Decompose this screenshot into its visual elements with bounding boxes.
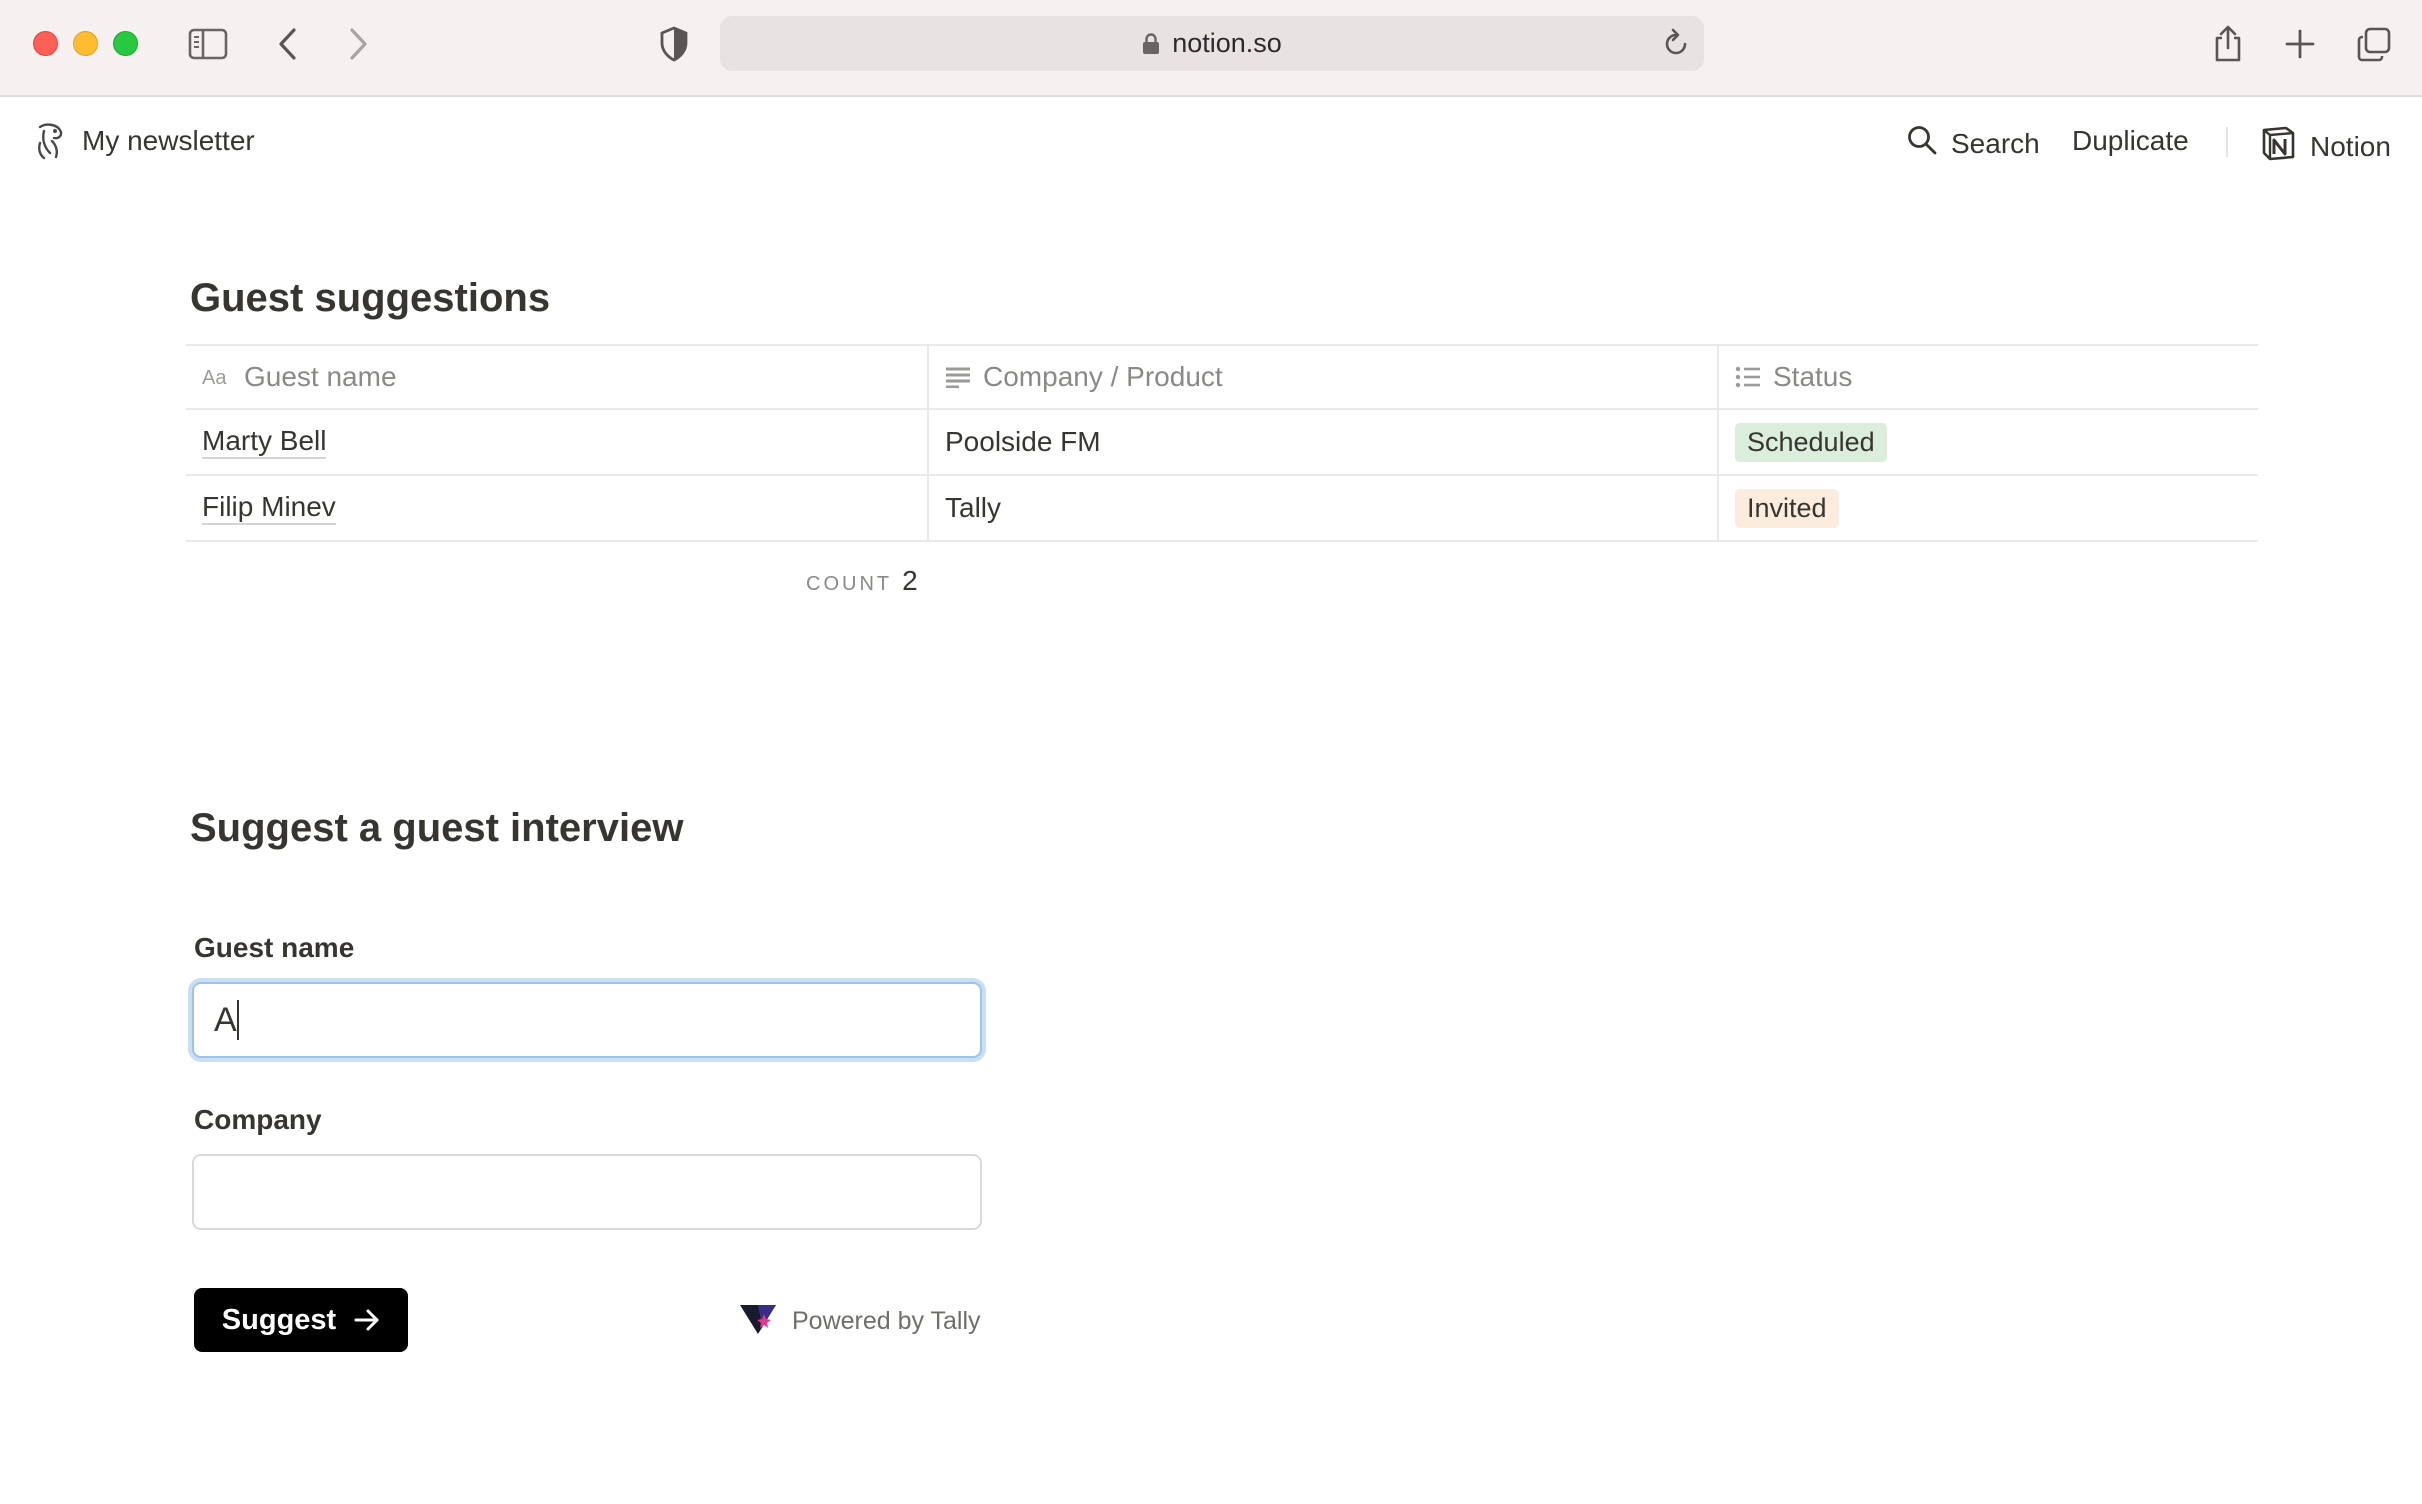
form-title: Suggest a guest interview <box>190 806 684 850</box>
company-cell[interactable]: Tally <box>929 476 1719 540</box>
list-icon <box>1735 366 1761 388</box>
column-label: Company / Product <box>983 361 1223 392</box>
page-title[interactable]: My newsletter <box>82 125 255 157</box>
duplicate-button[interactable]: Duplicate <box>2072 125 2189 157</box>
status-cell[interactable]: Invited <box>1719 476 2258 540</box>
arrow-right-icon <box>354 1308 380 1332</box>
address-bar[interactable]: notion.so <box>720 16 1704 71</box>
notion-home-button[interactable]: Notion <box>2260 125 2391 168</box>
notion-logo-icon <box>2260 125 2296 168</box>
suggest-button-label: Suggest <box>221 1303 337 1336</box>
table-header-row: Aa Guest name Company / Product Status <box>186 344 2258 410</box>
count-value: 2 <box>902 565 918 596</box>
search-icon <box>1907 125 1937 162</box>
guest-name-input[interactable] <box>192 982 982 1058</box>
column-label: Status <box>1773 361 1853 392</box>
tally-logo-icon <box>738 1302 778 1341</box>
company-input[interactable] <box>192 1154 982 1230</box>
company-label: Company <box>194 1104 322 1135</box>
table-row[interactable]: Filip Minev Tally Invited <box>186 476 2258 542</box>
close-window-button[interactable] <box>33 31 58 56</box>
company-cell[interactable]: Poolside FM <box>929 410 1719 474</box>
share-icon[interactable] <box>2206 22 2250 66</box>
privacy-shield-icon[interactable] <box>652 22 696 66</box>
forward-icon[interactable] <box>336 22 380 66</box>
sidebar-toggle-icon[interactable] <box>186 22 230 66</box>
text-lines-icon <box>945 366 971 388</box>
column-header-guest-name[interactable]: Aa Guest name <box>186 346 929 408</box>
text-caret <box>237 1000 239 1040</box>
powered-by-label: Powered by Tally <box>792 1307 981 1335</box>
guest-name-cell[interactable]: Marty Bell <box>186 410 929 474</box>
lock-icon <box>1142 32 1160 55</box>
table-row[interactable]: Marty Bell Poolside FM Scheduled <box>186 410 2258 476</box>
count-label: COUNT <box>806 573 893 595</box>
guest-name-link[interactable]: Marty Bell <box>202 425 327 460</box>
text-property-icon: Aa <box>202 366 232 388</box>
column-header-status[interactable]: Status <box>1719 346 2258 408</box>
reload-icon[interactable] <box>1662 28 1690 63</box>
column-header-company[interactable]: Company / Product <box>929 346 1719 408</box>
topbar-divider <box>2226 127 2228 157</box>
new-tab-icon[interactable] <box>2278 22 2322 66</box>
minimize-window-button[interactable] <box>73 31 98 56</box>
company-value: Tally <box>945 492 1002 523</box>
status-cell[interactable]: Scheduled <box>1719 410 2258 474</box>
guest-name-link[interactable]: Filip Minev <box>202 491 336 526</box>
tab-overview-icon[interactable] <box>2352 22 2396 66</box>
guest-name-label: Guest name <box>194 932 355 963</box>
back-icon[interactable] <box>266 22 310 66</box>
browser-chrome: notion.so <box>0 0 2422 97</box>
row-count[interactable]: COUNT 2 <box>806 565 918 597</box>
powered-by-tally-link[interactable]: Powered by Tally <box>738 1302 981 1341</box>
status-badge: Invited <box>1735 488 1839 528</box>
guest-name-cell[interactable]: Filip Minev <box>186 476 929 540</box>
notion-topbar: My newsletter Search Duplicate Notion <box>0 97 2422 185</box>
status-badge: Scheduled <box>1735 422 1887 462</box>
search-button[interactable]: Search <box>1907 125 2040 162</box>
notion-label: Notion <box>2310 130 2391 162</box>
maximize-window-button[interactable] <box>113 31 138 56</box>
page-emoji-icon[interactable] <box>32 121 68 161</box>
svg-text:Aa: Aa <box>202 367 227 388</box>
suggest-button[interactable]: Suggest <box>194 1288 408 1352</box>
guest-table: Aa Guest name Company / Product Status M… <box>186 344 2258 542</box>
column-label: Guest name <box>244 361 397 392</box>
company-value: Poolside FM <box>945 426 1101 457</box>
url-text: notion.so <box>1172 28 1282 58</box>
database-title: Guest suggestions <box>190 276 551 320</box>
search-label: Search <box>1951 127 2040 159</box>
